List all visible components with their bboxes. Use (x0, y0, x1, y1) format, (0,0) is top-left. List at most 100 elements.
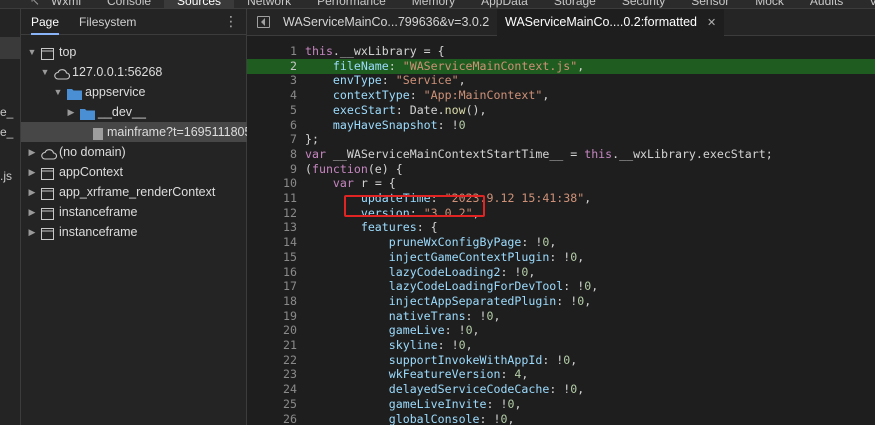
devtools-tab-storage[interactable]: Storage (541, 0, 609, 8)
code-line[interactable]: 24 delayedServiceCodeCache: !0, (247, 382, 875, 397)
editor-tab-formatted[interactable]: WAServiceMainCo....0.2:formatted ✕ (497, 9, 725, 36)
line-number[interactable]: 19 (247, 309, 297, 324)
devtools-tab-memory[interactable]: Memory (399, 0, 468, 8)
line-number[interactable]: 21 (247, 338, 297, 353)
code-editor: WAServiceMainCo...799636&v=3.0.2 WAServi… (247, 9, 875, 425)
tree-item[interactable]: ▶ appContext (21, 162, 247, 182)
line-number[interactable]: 24 (247, 382, 297, 397)
line-number[interactable]: 17 (247, 279, 297, 294)
code-line[interactable]: 4 contextType: "App:MainContext", (247, 88, 875, 103)
line-number[interactable]: 11 (247, 191, 297, 206)
code-line[interactable]: 17 lazyCodeLoadingForDevTool: !0, (247, 279, 875, 294)
expand-arrow-icon[interactable]: ▶ (27, 222, 37, 242)
code-line[interactable]: 5 execStart: Date.now(), (247, 103, 875, 118)
line-number[interactable]: 3 (247, 73, 297, 88)
line-number[interactable]: 14 (247, 235, 297, 250)
devtools-tab-performance[interactable]: Performance (304, 0, 399, 8)
line-number[interactable]: 13 (247, 220, 297, 235)
code-text: version: "3.0.2", (360, 205, 480, 220)
code-line[interactable]: 3 envType: "Service", (247, 73, 875, 88)
line-number[interactable]: 4 (247, 88, 297, 103)
tree-item[interactable]: ▶ instanceframe (21, 222, 247, 242)
toggle-navigator-icon[interactable] (257, 16, 270, 28)
code-text: supportInvokeWithAppId: !0, (388, 352, 578, 367)
expand-arrow-icon[interactable]: ▶ (27, 162, 37, 182)
code-text: gameLiveInvite: !0, (388, 396, 522, 411)
code-line[interactable]: 22 supportInvokeWithAppId: !0, (247, 353, 875, 368)
collapse-arrow-icon[interactable]: ▼ (40, 62, 50, 82)
devtools-tab-mock[interactable]: Mock (742, 0, 797, 8)
tree-item[interactable]: ▶ app_xrframe_renderContext (21, 182, 247, 202)
expand-arrow-icon[interactable]: ▶ (27, 182, 37, 202)
tree-item[interactable]: ▶ instanceframe (21, 202, 247, 222)
code-line[interactable]: 8 var __WAServiceMainContextStartTime__ =… (247, 147, 875, 162)
line-number[interactable]: 26 (247, 412, 297, 425)
code-area[interactable]: 1 this.__wxLibrary = {2 fileName: "WAServ… (247, 37, 875, 425)
code-line[interactable]: 19 nativeTrans: !0, (247, 309, 875, 324)
code-line[interactable]: 9 (function(e) { (247, 162, 875, 177)
code-line[interactable]: 15 injectGameContextPlugin: !0, (247, 250, 875, 265)
tree-item[interactable]: mainframe?t=169511180504 (21, 122, 265, 142)
devtools-tab-network[interactable]: Network (234, 0, 304, 8)
line-number[interactable]: 5 (247, 103, 297, 118)
tab-page[interactable]: Page (21, 9, 69, 35)
line-number[interactable]: 22 (247, 353, 297, 368)
code-text: injectAppSeparatedPlugin: !0, (388, 293, 592, 308)
devtools-tab-sources[interactable]: Sources (164, 0, 235, 8)
expand-arrow-icon[interactable]: ▶ (66, 102, 76, 122)
line-number[interactable]: 7 (247, 132, 297, 147)
code-line[interactable]: 1 this.__wxLibrary = { (247, 44, 875, 59)
code-line[interactable]: 23 wkFeatureVersion: 4, (247, 367, 875, 382)
expand-arrow-icon[interactable]: ▶ (27, 142, 37, 162)
expand-arrow-icon[interactable]: ▶ (27, 202, 37, 222)
code-line[interactable]: 13 features: { (247, 220, 875, 235)
line-number[interactable]: 23 (247, 367, 297, 382)
code-line[interactable]: 12 version: "3.0.2", (247, 206, 875, 221)
editor-tab-source[interactable]: WAServiceMainCo...799636&v=3.0.2 (275, 9, 497, 36)
code-line[interactable]: 16 lazyCodeLoading2: !0, (247, 265, 875, 280)
tree-item[interactable]: ▼ top (21, 42, 247, 62)
tree-item[interactable]: ▶ (no domain) (21, 142, 247, 162)
line-number[interactable]: 9 (247, 162, 297, 177)
collapse-arrow-icon[interactable]: ▼ (53, 82, 63, 102)
tree-item[interactable]: ▼ 127.0.0.1:56268 (21, 62, 247, 82)
line-number[interactable]: 6 (247, 118, 297, 133)
devtools-tab-appdata[interactable]: AppData (468, 0, 541, 8)
tab-filesystem[interactable]: Filesystem (69, 9, 146, 35)
devtools-tab-audits[interactable]: Audits (797, 0, 856, 8)
more-options-icon[interactable]: ⋮ (224, 14, 238, 28)
devtools-tab-vu[interactable]: Vu (856, 0, 875, 8)
code-line[interactable]: 10 var r = { (247, 176, 875, 191)
code-line[interactable]: 18 injectAppSeparatedPlugin: !0, (247, 294, 875, 309)
code-text: execStart: Date.now(), (332, 102, 487, 117)
code-line[interactable]: 6 mayHaveSnapshot: !0 (247, 118, 875, 133)
code-line[interactable]: 7}; (247, 132, 875, 147)
line-number[interactable]: 1 (247, 44, 297, 59)
line-number[interactable]: 18 (247, 294, 297, 309)
line-number[interactable]: 15 (247, 250, 297, 265)
code-text: injectGameContextPlugin: !0, (388, 249, 585, 264)
line-number[interactable]: 2 (247, 59, 297, 74)
line-number[interactable]: 16 (247, 265, 297, 280)
tree-item[interactable]: ▶ __dev__ (21, 102, 247, 122)
code-line[interactable]: 26 globalConsole: !0, (247, 412, 875, 425)
devtools-tab-security[interactable]: Security (609, 0, 678, 8)
line-number[interactable]: 10 (247, 176, 297, 191)
code-line[interactable]: 14 pruneWxConfigByPage: !0, (247, 235, 875, 250)
code-line[interactable]: 21 skyline: !0, (247, 338, 875, 353)
code-line[interactable]: 11 updateTime: "2023.9.12 15:41:38", (247, 191, 875, 206)
code-line[interactable]: 25 gameLiveInvite: !0, (247, 397, 875, 412)
line-number[interactable]: 12 (247, 206, 297, 221)
code-text: gameLive: !0, (388, 323, 480, 338)
code-line[interactable]: 2 fileName: "WAServiceMainContext.js", (247, 58, 875, 74)
devtools-tab-sensor[interactable]: Sensor (678, 0, 742, 8)
line-number[interactable]: 8 (247, 147, 297, 162)
collapse-arrow-icon[interactable]: ▼ (27, 42, 37, 62)
tree-item[interactable]: ▼ appservice (21, 82, 247, 102)
close-tab-icon[interactable]: ✕ (707, 17, 716, 29)
code-line[interactable]: 20 gameLive: !0, (247, 323, 875, 338)
line-number[interactable]: 20 (247, 323, 297, 338)
line-number[interactable]: 25 (247, 397, 297, 412)
tree-item-label: appservice (85, 85, 146, 99)
navigator-tabs: Page Filesystem ⋮ (21, 9, 246, 35)
